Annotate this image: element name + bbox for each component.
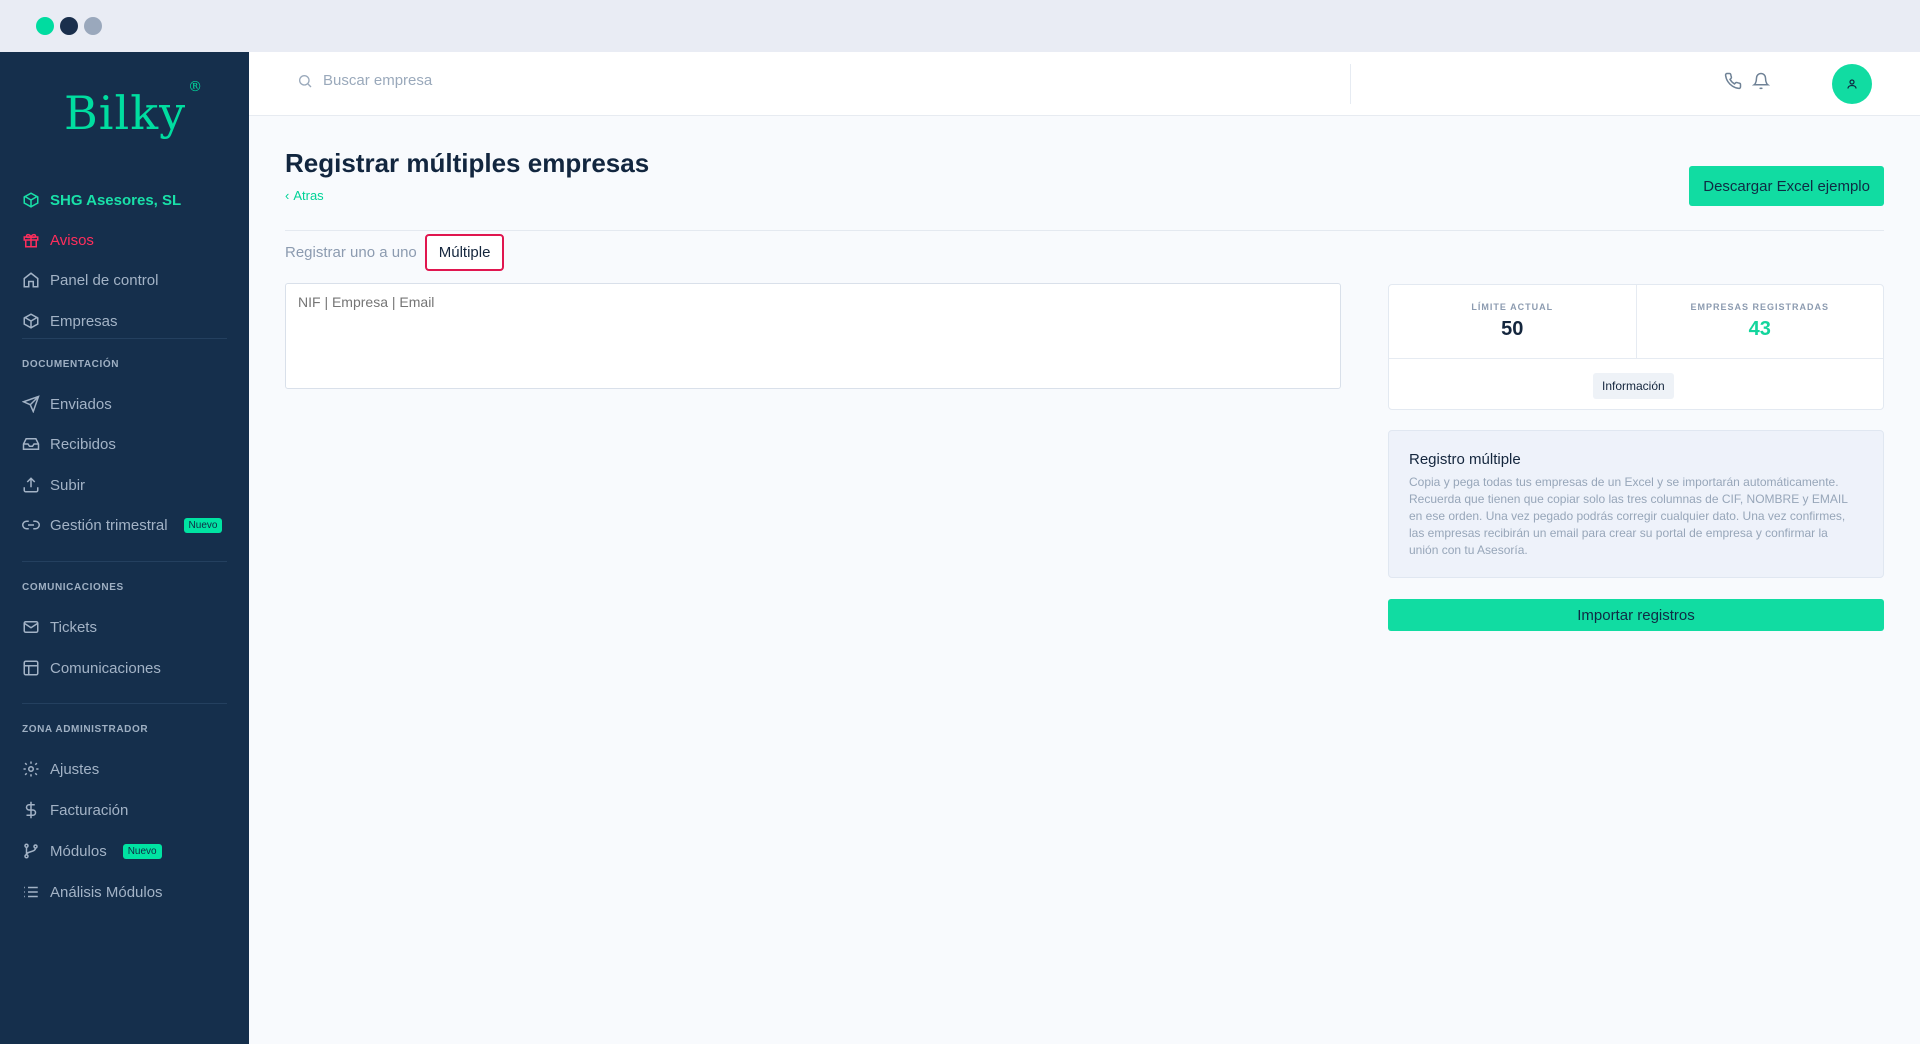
window-dot-gray[interactable]	[84, 17, 102, 35]
mail-icon	[23, 621, 39, 633]
sidebar-item-comunicaciones[interactable]: Comunicaciones	[22, 656, 161, 680]
window-titlebar	[0, 0, 1920, 52]
search-input[interactable]: Buscar empresa	[297, 72, 432, 89]
tab-registrar-uno[interactable]: Registrar uno a uno	[285, 234, 417, 271]
sidebar-item-recibidos[interactable]: Recibidos	[22, 432, 116, 456]
header-divider	[285, 230, 1884, 231]
sidebar-item-avisos[interactable]: Avisos	[22, 228, 94, 252]
sidebar-item-label: Gestión trimestral	[50, 516, 168, 534]
new-badge: Nuevo	[183, 517, 223, 533]
sidebar-item-label: Subir	[50, 476, 86, 494]
app-shell: Bilky ® SHG Asesores, SL Avisos Panel de …	[0, 52, 1920, 1044]
phone-icon[interactable]	[1724, 72, 1742, 90]
search-placeholder: Buscar empresa	[323, 72, 433, 89]
sidebar: Bilky ® SHG Asesores, SL Avisos Panel de …	[0, 52, 249, 1044]
dollar-icon	[25, 801, 37, 819]
import-records-button[interactable]: Importar registros	[1388, 599, 1884, 631]
bulk-import-textarea[interactable]	[285, 283, 1341, 389]
sidebar-company-label: SHG Asesores, SL	[50, 191, 182, 209]
info-button[interactable]: Información	[1593, 373, 1674, 399]
sidebar-item-ajustes[interactable]: Ajustes	[22, 757, 99, 781]
avatar[interactable]	[1832, 64, 1872, 104]
tab-multiple[interactable]: Múltiple	[424, 234, 505, 271]
upload-icon	[23, 477, 39, 493]
sidebar-section-title: COMUNICACIONES	[22, 582, 124, 593]
sidebar-item-label: Ajustes	[50, 760, 100, 778]
sidebar-item-subir[interactable]: Subir	[22, 473, 85, 497]
list-icon	[24, 886, 38, 898]
help-box: Registro múltiple Copia y pega todas tus…	[1388, 430, 1884, 578]
sidebar-divider	[22, 561, 227, 562]
new-badge: Nuevo	[122, 843, 162, 859]
brand-name: Bilky	[64, 86, 187, 140]
sidebar-section-title: DOCUMENTACIÓN	[22, 359, 120, 370]
sidebar-item-label: Avisos	[50, 231, 94, 249]
stat-registered: EMPRESAS REGISTRADAS 43	[1635, 285, 1884, 358]
sidebar-item-label: Análisis Módulos	[50, 883, 163, 901]
brand-logo[interactable]: Bilky ®	[64, 79, 202, 140]
chevron-left-icon: ‹	[285, 188, 290, 203]
tabs: Registrar uno a uno Múltiple	[285, 234, 505, 271]
send-icon	[22, 395, 40, 413]
back-link-label: Atras	[293, 188, 324, 203]
sidebar-item-label: Empresas	[50, 312, 118, 330]
sidebar-item-analisis-modulos[interactable]: Análisis Módulos	[22, 880, 163, 904]
stats-row: LÍMITE ACTUAL 50 EMPRESAS REGISTRADAS 43	[1389, 285, 1883, 359]
sidebar-company[interactable]: SHG Asesores, SL	[22, 188, 181, 212]
stat-limit-value: 50	[1501, 318, 1524, 340]
sidebar-item-label: Módulos	[50, 842, 107, 860]
sidebar-section-title: ZONA ADMINISTRADOR	[22, 724, 149, 735]
sidebar-divider	[22, 703, 227, 704]
git-branch-icon	[24, 843, 38, 859]
sidebar-item-empresas[interactable]: Empresas	[22, 309, 118, 333]
sidebar-item-label: Recibidos	[50, 435, 116, 453]
stat-limit-label: LÍMITE ACTUAL	[1471, 302, 1554, 312]
back-link[interactable]: ‹ Atras	[285, 188, 324, 203]
brand-mark: ®	[188, 78, 204, 95]
sidebar-item-gestion-trimestral[interactable]: Gestión trimestral Nuevo	[22, 513, 223, 537]
window-dot-dark[interactable]	[60, 17, 78, 35]
topbar-separator	[1350, 64, 1351, 104]
sidebar-divider	[22, 338, 227, 339]
gift-icon	[23, 233, 39, 248]
help-text: Copia y pega todas tus empresas de un Ex…	[1409, 475, 1848, 557]
sidebar-item-panel[interactable]: Panel de control	[22, 268, 158, 292]
box-icon	[23, 192, 39, 208]
stat-limit: LÍMITE ACTUAL 50	[1389, 285, 1636, 358]
stats-card: LÍMITE ACTUAL 50 EMPRESAS REGISTRADAS 43…	[1388, 284, 1884, 410]
stat-registered-value: 43	[1748, 318, 1771, 340]
bell-icon[interactable]	[1752, 72, 1770, 90]
link-icon	[22, 520, 40, 530]
window-dot-green[interactable]	[36, 17, 54, 35]
inbox-icon	[22, 438, 40, 450]
sidebar-item-enviados[interactable]: Enviados	[22, 392, 112, 416]
sidebar-item-facturacion[interactable]: Facturación	[22, 798, 128, 822]
gear-icon	[23, 761, 39, 777]
layout-icon	[23, 660, 39, 676]
sidebar-item-label: Panel de control	[50, 271, 159, 289]
sidebar-item-label: Enviados	[50, 395, 112, 413]
topbar: Buscar empresa	[249, 52, 1920, 116]
stat-registered-label: EMPRESAS REGISTRADAS	[1690, 302, 1830, 312]
user-icon	[1847, 79, 1857, 89]
sidebar-item-label: Tickets	[50, 618, 97, 636]
sidebar-item-tickets[interactable]: Tickets	[22, 615, 97, 639]
sidebar-item-label: Comunicaciones	[50, 659, 161, 677]
box-icon	[23, 313, 39, 329]
help-title: Registro múltiple	[1409, 451, 1521, 468]
page-title: Registrar múltiples empresas	[285, 148, 650, 178]
search-icon	[299, 74, 312, 87]
download-excel-button[interactable]: Descargar Excel ejemplo	[1689, 166, 1884, 206]
main-content: Buscar empresa Registrar múltiples empre…	[249, 52, 1920, 1044]
sidebar-item-label: Facturación	[50, 801, 129, 819]
sidebar-item-modulos[interactable]: Módulos Nuevo	[22, 839, 162, 863]
home-icon	[23, 272, 39, 288]
